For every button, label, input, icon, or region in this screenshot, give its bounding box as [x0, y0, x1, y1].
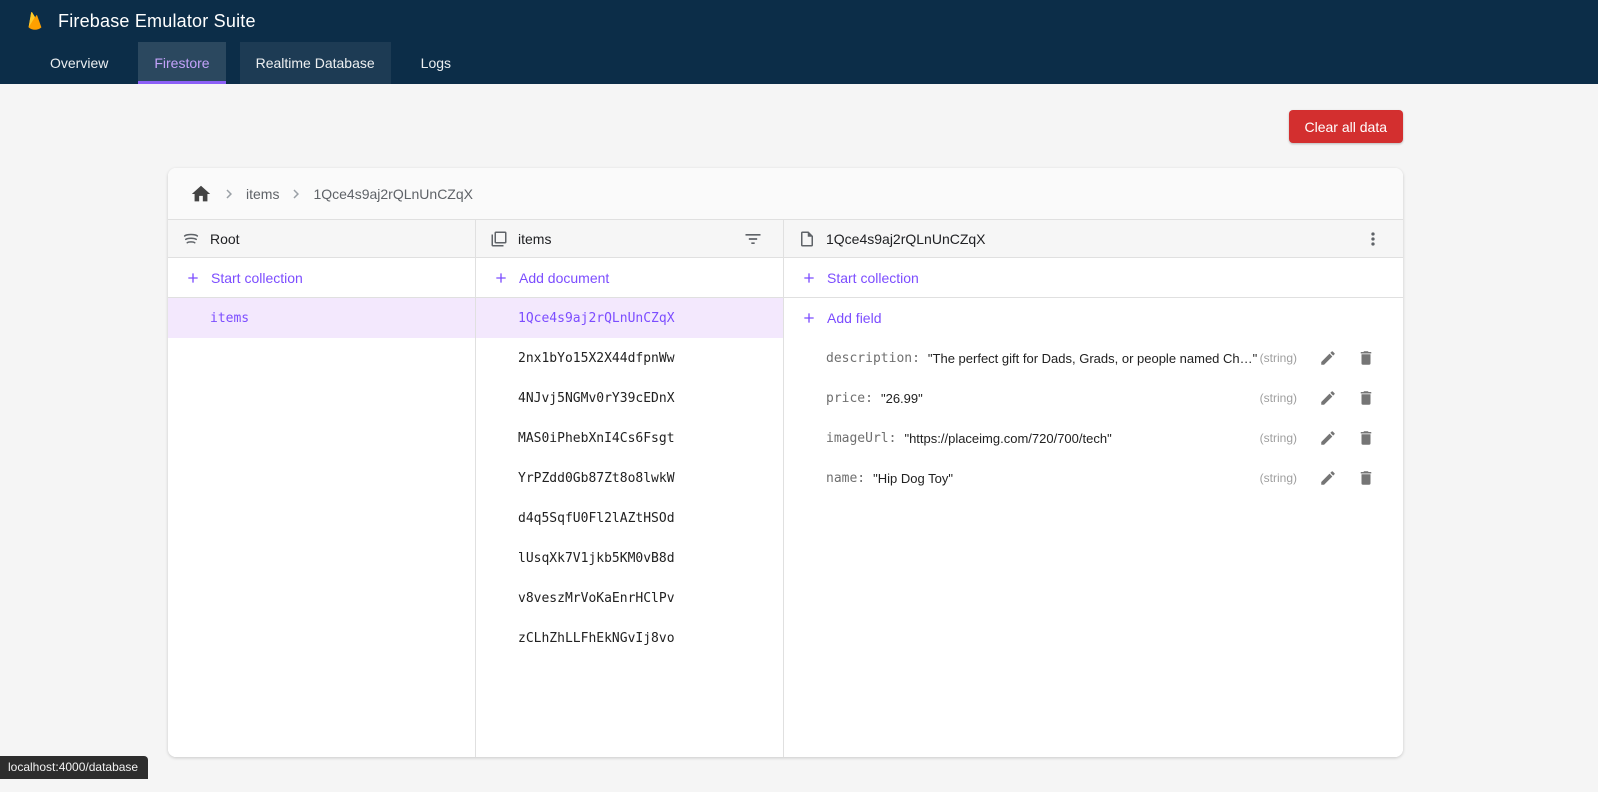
delete-field-button[interactable]	[1351, 463, 1381, 493]
chevron-right-icon	[287, 185, 305, 203]
field-value: "Hip Dog Toy"	[873, 471, 953, 486]
document-row[interactable]: YrPZdd0Gb87Zt8o8lwkW	[476, 458, 783, 498]
start-collection-button[interactable]: Start collection	[784, 258, 1403, 298]
plus-icon	[493, 270, 509, 286]
edit-field-button[interactable]	[1313, 463, 1343, 493]
firestore-columns: Root Start collection items items	[168, 220, 1403, 757]
field-key: imageUrl:	[826, 431, 896, 446]
document-column: 1Qce4s9aj2rQLnUnCZqX Start collection	[784, 220, 1403, 757]
document-column-header: 1Qce4s9aj2rQLnUnCZqX	[784, 220, 1403, 258]
field-type: (string)	[1260, 351, 1305, 365]
tab-logs[interactable]: Logs	[405, 42, 467, 84]
document-row[interactable]: MAS0iPhebXnI4Cs6Fsgt	[476, 418, 783, 458]
document-row[interactable]: 1Qce4s9aj2rQLnUnCZqX	[476, 298, 783, 338]
nav-tabs: Overview Firestore Realtime Database Log…	[0, 42, 1598, 84]
field-key: name:	[826, 471, 865, 486]
document-row[interactable]: zCLhZhLLFhEkNGvIj8vo	[476, 618, 783, 658]
tab-firestore[interactable]: Firestore	[138, 42, 225, 84]
root-column: Root Start collection items	[168, 220, 476, 757]
collection-row-items[interactable]: items	[168, 298, 475, 338]
collection-column: items Add document 1Qce4s9aj2rQLnUnCZqX …	[476, 220, 784, 757]
document-icon	[798, 230, 816, 248]
field-value: "26.99"	[881, 391, 923, 406]
filter-icon[interactable]	[737, 223, 769, 255]
edit-field-button[interactable]	[1313, 343, 1343, 373]
field-key: price:	[826, 391, 873, 406]
edit-field-button[interactable]	[1313, 423, 1343, 453]
firestore-browser-panel: items 1Qce4s9aj2rQLnUnCZqX Root	[168, 168, 1403, 757]
app-title-row: Firebase Emulator Suite	[0, 0, 1598, 42]
field-row: description: "The perfect gift for Dads,…	[784, 338, 1403, 378]
clear-all-data-button[interactable]: Clear all data	[1289, 110, 1404, 143]
delete-field-button[interactable]	[1351, 423, 1381, 453]
plus-icon	[185, 270, 201, 286]
document-row[interactable]: lUsqXk7V1jkb5KM0vB8d	[476, 538, 783, 578]
firebase-logo-icon	[24, 8, 46, 34]
start-collection-button[interactable]: Start collection	[168, 258, 475, 298]
field-row: name: "Hip Dog Toy" (string)	[784, 458, 1403, 498]
delete-field-button[interactable]	[1351, 343, 1381, 373]
collection-column-body: Add document 1Qce4s9aj2rQLnUnCZqX 2nx1bY…	[476, 258, 783, 757]
delete-field-button[interactable]	[1351, 383, 1381, 413]
home-icon[interactable]	[190, 183, 212, 205]
plus-icon	[801, 270, 817, 286]
app-header: Firebase Emulator Suite Overview Firesto…	[0, 0, 1598, 84]
field-type: (string)	[1260, 431, 1305, 445]
field-value: "The perfect gift for Dads, Grads, or pe…	[928, 351, 1257, 366]
field-value: "https://placeimg.com/720/700/tech"	[904, 431, 1111, 446]
tab-realtime-database[interactable]: Realtime Database	[240, 42, 391, 84]
chevron-right-icon	[220, 185, 238, 203]
document-row[interactable]: v8veszMrVoKaEnrHClPv	[476, 578, 783, 618]
breadcrumb-collection[interactable]: items	[246, 186, 279, 202]
collection-icon	[490, 230, 508, 248]
document-column-title: 1Qce4s9aj2rQLnUnCZqX	[826, 231, 986, 247]
field-row: price: "26.99" (string)	[784, 378, 1403, 418]
document-row[interactable]: d4q5SqfU0Fl2lAZtHSOd	[476, 498, 783, 538]
collection-column-title: items	[518, 231, 551, 247]
root-column-header: Root	[168, 220, 475, 258]
tab-overview[interactable]: Overview	[34, 42, 124, 84]
add-field-button[interactable]: Add field	[784, 298, 1403, 338]
kebab-menu-icon[interactable]	[1357, 223, 1389, 255]
breadcrumb: items 1Qce4s9aj2rQLnUnCZqX	[168, 168, 1403, 220]
plus-icon	[801, 310, 817, 326]
root-column-body: Start collection items	[168, 258, 475, 757]
field-key: description:	[826, 351, 920, 366]
status-bar: localhost:4000/database	[0, 756, 148, 779]
field-type: (string)	[1260, 471, 1305, 485]
document-column-body: Start collection Add field description: …	[784, 258, 1403, 757]
root-icon	[182, 230, 200, 248]
document-row[interactable]: 2nx1bYo15X2X44dfpnWw	[476, 338, 783, 378]
field-row: imageUrl: "https://placeimg.com/720/700/…	[784, 418, 1403, 458]
root-column-title: Root	[210, 231, 240, 247]
field-type: (string)	[1260, 391, 1305, 405]
collection-column-header: items	[476, 220, 783, 258]
add-document-button[interactable]: Add document	[476, 258, 783, 298]
page-actions: Clear all data	[168, 110, 1403, 143]
breadcrumb-document: 1Qce4s9aj2rQLnUnCZqX	[313, 186, 473, 202]
app-title: Firebase Emulator Suite	[58, 11, 256, 32]
edit-field-button[interactable]	[1313, 383, 1343, 413]
document-row[interactable]: 4NJvj5NGMv0rY39cEDnX	[476, 378, 783, 418]
